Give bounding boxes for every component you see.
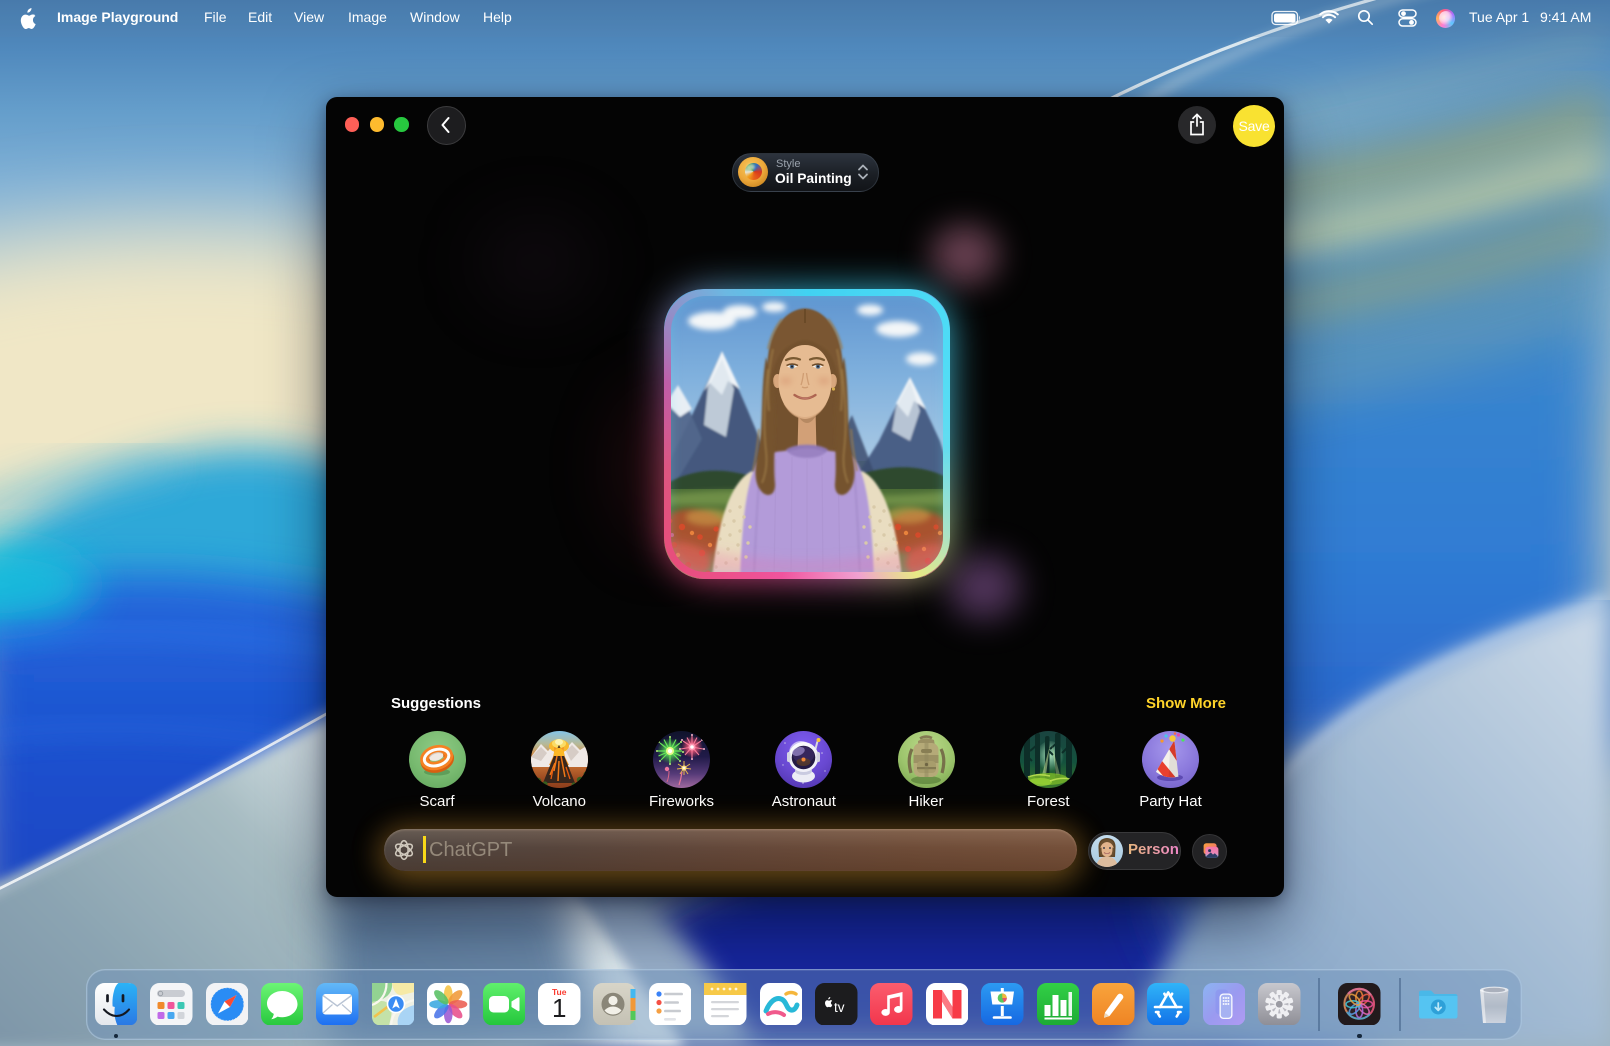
svg-text:tv: tv <box>834 1000 845 1015</box>
svg-text:1: 1 <box>552 993 566 1023</box>
